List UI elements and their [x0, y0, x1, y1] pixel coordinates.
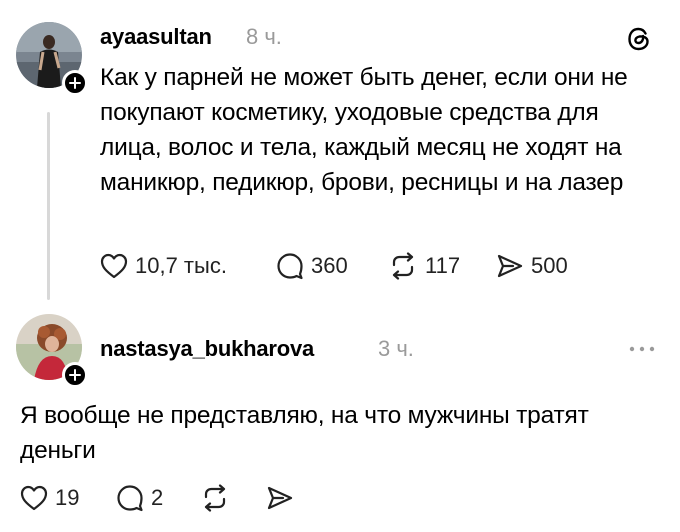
more-dots-icon[interactable] [628, 340, 656, 358]
repost-icon [204, 484, 226, 512]
post-text: Как у парней не может быть денег, если о… [100, 64, 628, 196]
repost-button[interactable]: 117 [388, 252, 496, 280]
post-time: 3 ч. [378, 336, 414, 361]
threads-logo-icon[interactable] [624, 24, 654, 59]
comment-bubble-icon [117, 485, 143, 512]
share-button[interactable] [266, 485, 294, 511]
like-count: 19 [55, 485, 80, 510]
like-button[interactable]: 19 [20, 485, 116, 511]
post-time: 8 ч. [246, 24, 282, 49]
post-text: Я вообще не представляю, на что мужчины … [20, 402, 589, 464]
post-actions: 10,7 тыс. 360 117 500 [100, 252, 568, 280]
comment-button[interactable]: 360 [276, 252, 388, 280]
comment-count: 2 [151, 485, 164, 510]
heart-icon [100, 253, 128, 279]
plus-icon [69, 77, 81, 89]
like-button[interactable]: 10,7 тыс. [100, 253, 276, 279]
heart-icon [20, 485, 48, 511]
comment-count: 360 [311, 253, 348, 278]
share-icon [497, 254, 523, 278]
username[interactable]: nastasya_bukharova [100, 336, 314, 362]
comment-bubble-icon [277, 253, 303, 280]
share-count: 500 [531, 253, 568, 278]
plus-icon [69, 369, 81, 381]
like-count: 10,7 тыс. [135, 253, 227, 278]
follow-plus-button[interactable] [62, 362, 88, 388]
share-icon [267, 486, 293, 510]
repost-button[interactable] [200, 484, 266, 512]
post-actions: 19 2 [20, 484, 294, 512]
thread-connector-line [47, 112, 50, 300]
follow-plus-button[interactable] [62, 70, 88, 96]
repost-icon [392, 252, 414, 280]
username[interactable]: ayaasultan [100, 24, 212, 50]
share-button[interactable]: 500 [496, 253, 568, 279]
repost-count: 117 [425, 253, 461, 278]
comment-button[interactable]: 2 [116, 484, 200, 512]
